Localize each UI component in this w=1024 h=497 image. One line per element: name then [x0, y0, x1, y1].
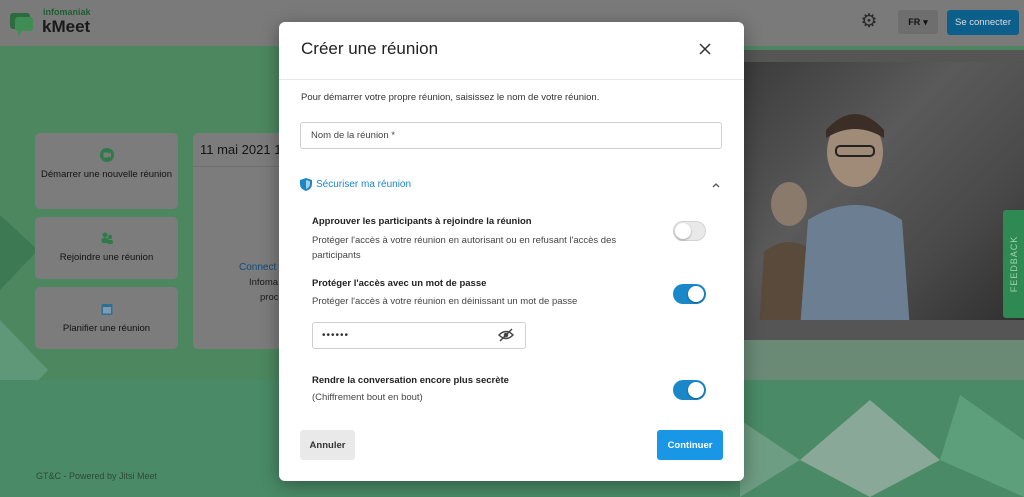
divider — [279, 79, 744, 80]
secure-meeting-label: Sécuriser ma réunion — [316, 179, 412, 190]
toggle-knob — [688, 286, 704, 302]
start-meeting-card[interactable]: Démarrer une nouvelle réunion — [35, 133, 178, 209]
footer-text: GT&C - Powered by Jitsi Meet — [36, 471, 158, 481]
join-meeting-label: Rejoindre une réunion — [59, 252, 154, 263]
password-protect-desc: Protéger l'accès à votre réunion en déin… — [312, 296, 578, 307]
password-protect-title: Protéger l'accès avec un mot de passe — [312, 278, 487, 289]
video-preview-image — [744, 62, 1024, 320]
brand-company: infomaniak — [43, 7, 91, 17]
language-selector[interactable]: FR ▾ — [898, 10, 938, 34]
gear-icon[interactable]: ⚙ — [859, 12, 879, 32]
feedback-label: FEEDBACK — [1008, 235, 1019, 293]
e2e-encryption-desc: (Chiffrement bout en bout) — [312, 392, 423, 403]
toggle-knob — [675, 223, 691, 239]
calendar-date: 11 mai 2021 14 — [200, 142, 283, 157]
calendar-connect-link[interactable]: Connect — [239, 262, 276, 273]
feedback-tab[interactable]: FEEDBACK — [1003, 210, 1024, 318]
approve-participants-title: Approuver les participants à rejoindre l… — [312, 216, 532, 227]
cancel-button[interactable]: Annuler — [300, 430, 355, 460]
kmeet-logo-icon — [10, 13, 33, 36]
login-button[interactable]: Se connecter — [947, 10, 1019, 35]
e2e-encryption-title: Rendre la conversation encore plus secrè… — [312, 375, 509, 386]
plan-meeting-card[interactable]: Planifier une réunion — [35, 287, 178, 349]
dialog-title: Créer une réunion — [301, 39, 439, 58]
meeting-name-input[interactable] — [300, 122, 722, 149]
chevron-up-icon — [712, 183, 720, 188]
continue-button[interactable]: Continuer — [657, 430, 723, 460]
secure-meeting-toggle-section[interactable]: Sécuriser ma réunion — [300, 177, 722, 195]
eye-slash-icon[interactable] — [498, 328, 514, 342]
join-meeting-card[interactable]: Rejoindre une réunion — [35, 217, 178, 279]
e2e-encryption-toggle[interactable] — [673, 380, 706, 400]
close-icon[interactable] — [695, 39, 715, 59]
calendar-text: Infoma — [249, 277, 279, 288]
calendar-panel: 11 mai 2021 14 — [193, 133, 283, 349]
create-meeting-dialog: Créer une réunion Pour démarrer votre pr… — [279, 22, 744, 481]
start-meeting-label: Démarrer une nouvelle réunion — [41, 169, 172, 180]
calendar-text: proc — [260, 292, 279, 303]
password-field[interactable]: •••••• — [312, 322, 526, 349]
password-protect-toggle[interactable] — [673, 284, 706, 304]
laptop-base — [744, 340, 1024, 380]
approve-participants-desc: Protéger l'accès à votre réunion en auto… — [312, 235, 617, 261]
participants-icon — [101, 232, 113, 244]
divider — [193, 166, 283, 167]
language-label: FR — [908, 17, 921, 27]
plan-meeting-label: Planifier une réunion — [62, 323, 151, 334]
calendar-icon — [101, 304, 112, 315]
shield-icon — [300, 178, 312, 191]
chevron-down-icon: ▾ — [923, 16, 928, 27]
video-camera-icon — [99, 148, 114, 162]
dialog-intro-text: Pour démarrer votre propre réunion, sais… — [301, 92, 600, 103]
person-illustration — [800, 114, 910, 320]
brand-name: kMeet — [42, 17, 91, 36]
approve-participants-toggle[interactable] — [673, 221, 706, 241]
toggle-knob — [688, 382, 704, 398]
